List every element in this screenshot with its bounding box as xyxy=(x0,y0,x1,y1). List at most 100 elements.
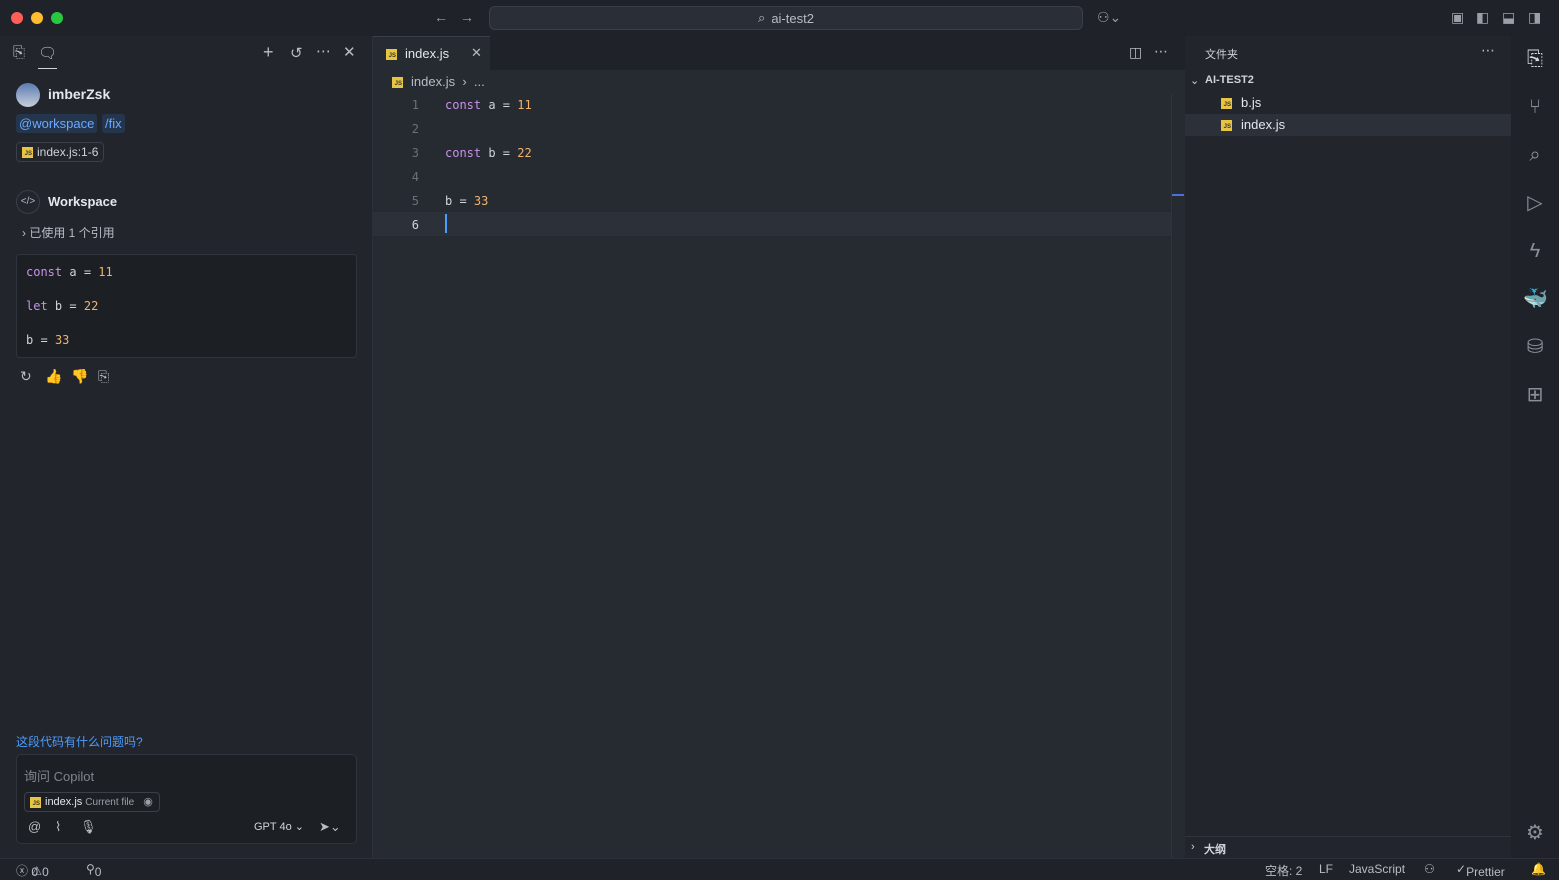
more-actions-icon[interactable]: ⋯ xyxy=(316,42,331,60)
code-token: a = xyxy=(481,98,518,112)
current-line-highlight xyxy=(373,212,1171,236)
overview-ruler xyxy=(1171,94,1172,858)
send-icon[interactable]: ➤⌄ xyxy=(319,819,341,835)
thumbs-up-icon[interactable]: 👍 xyxy=(45,368,62,385)
history-icon[interactable]: ↺ xyxy=(290,44,303,62)
attach-icon[interactable]: ⌇ xyxy=(55,819,61,835)
code-line[interactable]: b = 33 xyxy=(445,194,488,208)
js-file-icon: JS xyxy=(22,147,33,158)
problems-indicator[interactable]: ⓧ 0 ⚠ 0 xyxy=(16,862,49,879)
avatar xyxy=(16,83,40,107)
eol-indicator[interactable]: LF xyxy=(1319,862,1333,876)
new-chat-icon[interactable]: + xyxy=(263,42,274,63)
maximize-window-button[interactable] xyxy=(51,12,63,24)
line-number: 1 xyxy=(411,98,419,112)
reference-chip[interactable]: JS index.js:1-6 xyxy=(16,142,105,162)
outline-section[interactable]: › 大纲 xyxy=(1185,836,1511,858)
docker-icon[interactable]: 🐳 xyxy=(1523,287,1548,311)
breadcrumb-more[interactable]: ... xyxy=(474,74,485,89)
explorer-icon[interactable]: ⎘ xyxy=(1523,47,1547,71)
close-window-button[interactable] xyxy=(11,12,23,24)
microphone-icon[interactable]: 🎙 xyxy=(80,819,97,835)
text-cursor xyxy=(445,214,447,233)
project-name: AI-TEST2 xyxy=(1205,74,1254,86)
fix-command-chip: /fix xyxy=(102,114,125,133)
tab-bar: JS index.js ✕ ◫ ⋯ xyxy=(373,36,1185,70)
database-icon[interactable]: ⛁ xyxy=(1523,335,1547,359)
chat-icon[interactable]: 🗨 xyxy=(38,44,58,69)
code-token: 11 xyxy=(517,98,532,112)
agent-name: Workspace xyxy=(48,194,118,209)
file-chip-sub: Current file xyxy=(85,797,135,808)
js-file-icon: JS xyxy=(1221,98,1232,109)
js-file-icon: JS xyxy=(386,49,397,60)
search-icon: ⌕ xyxy=(758,10,766,25)
code-token: const xyxy=(445,98,482,112)
close-icon[interactable]: ✕ xyxy=(343,43,356,61)
language-indicator[interactable]: JavaScript xyxy=(1349,862,1405,876)
code-token: b = xyxy=(445,194,474,208)
username: imberZsk xyxy=(48,86,111,102)
close-tab-icon[interactable]: ✕ xyxy=(471,45,482,61)
lightning-icon[interactable]: ϟ xyxy=(1523,239,1547,263)
file-item-index-js[interactable]: JS index.js xyxy=(1185,114,1511,136)
code-line: const a = 11 xyxy=(26,265,113,279)
forward-arrow-icon[interactable]: → xyxy=(460,9,474,25)
activity-bar: ⎘ ⑂ ⌕ ▷ ϟ 🐳 ⛁ ⊞ ⚙ xyxy=(1511,36,1559,858)
search-icon[interactable]: ⌕ xyxy=(1523,143,1547,167)
code-token: b = xyxy=(481,146,518,160)
copilot-menu-icon[interactable]: ⚇⌄ xyxy=(1097,9,1121,26)
toggle-primary-sidebar-icon[interactable]: ◧ xyxy=(1476,9,1489,26)
tab-index-js[interactable]: JS index.js ✕ xyxy=(373,36,490,70)
line-number: 6 xyxy=(411,218,419,232)
code-line: b = 33 xyxy=(26,333,70,347)
chat-input-placeholder[interactable]: 询问 Copilot xyxy=(24,766,94,785)
code-line[interactable]: const a = 11 xyxy=(445,98,532,112)
more-actions-icon[interactable]: ⋯ xyxy=(1154,43,1168,60)
code-icon: </> xyxy=(16,190,40,214)
edits-icon[interactable]: ⎘ xyxy=(13,44,25,61)
source-control-icon[interactable]: ⑂ xyxy=(1523,95,1547,119)
breadcrumb-file[interactable]: index.js xyxy=(411,74,455,89)
outline-label: 大纲 xyxy=(1204,844,1226,856)
js-file-icon: JS xyxy=(1221,120,1232,131)
insert-icon[interactable]: ⎘ xyxy=(98,368,109,385)
extensions-icon[interactable]: ⊞ xyxy=(1523,383,1547,407)
prettier-indicator[interactable]: ✓ Prettier xyxy=(1456,862,1505,879)
code-token: const xyxy=(445,146,482,160)
retry-icon[interactable]: ↻ xyxy=(20,368,32,385)
suggested-question[interactable]: 这段代码有什么问题吗? xyxy=(16,733,143,750)
chat-input-box[interactable]: 询问 Copilot JS index.js Current file ◉ @ ⌇… xyxy=(16,754,357,844)
project-folder[interactable]: ⌄ AI-TEST2 xyxy=(1185,72,1511,90)
command-center-search[interactable]: ⌕ ai-test2 xyxy=(489,6,1083,30)
toggle-secondary-sidebar-icon[interactable]: ◨ xyxy=(1528,9,1541,26)
code-line[interactable]: const b = 22 xyxy=(445,146,532,160)
copilot-status-icon[interactable]: ⚇ xyxy=(1424,862,1435,876)
tab-label: index.js xyxy=(405,46,450,61)
thumbs-down-icon[interactable]: 👎 xyxy=(71,368,88,385)
more-actions-icon[interactable]: ⋯ xyxy=(1481,42,1495,59)
mention-icon[interactable]: @ xyxy=(28,819,41,834)
customize-layout-icon[interactable]: ▣ xyxy=(1451,9,1464,26)
back-arrow-icon[interactable]: ← xyxy=(434,9,448,25)
ports-indicator[interactable]: ⚲ 0 xyxy=(86,862,101,879)
eye-icon[interactable]: ◉ xyxy=(143,796,153,808)
minimize-window-button[interactable] xyxy=(31,12,43,24)
explorer-panel: 文件夹 ⋯ ⌄ AI-TEST2 JS b.js JS index.js › 大… xyxy=(1185,36,1511,858)
run-debug-icon[interactable]: ▷ xyxy=(1523,191,1547,215)
split-editor-icon[interactable]: ◫ xyxy=(1129,44,1142,61)
code-block: const a = 11 let b = 22 b = 33 xyxy=(16,254,357,358)
breadcrumb[interactable]: JS index.js › ... xyxy=(392,74,485,89)
references-toggle[interactable]: › 已使用 1 个引用 xyxy=(22,224,115,241)
model-selector[interactable]: GPT 4o ⌄ xyxy=(254,820,304,833)
indentation-indicator[interactable]: 空格: 2 xyxy=(1265,862,1302,879)
copilot-chat-panel: ⎘ 🗨 + ↺ ⋯ ✕ imberZsk @workspace /fix JS … xyxy=(0,36,373,858)
chevron-right-icon: › xyxy=(458,74,471,89)
notifications-icon[interactable]: 🔔 xyxy=(1531,862,1546,876)
current-file-chip[interactable]: JS index.js Current file ◉ xyxy=(24,792,160,812)
gear-icon[interactable]: ⚙ xyxy=(1523,821,1547,845)
file-item-b-js[interactable]: JS b.js xyxy=(1185,92,1511,114)
toggle-panel-icon[interactable]: ⬓ xyxy=(1502,9,1515,26)
code-token: 33 xyxy=(473,194,489,208)
references-label: 已使用 1 个引用 xyxy=(29,226,115,240)
